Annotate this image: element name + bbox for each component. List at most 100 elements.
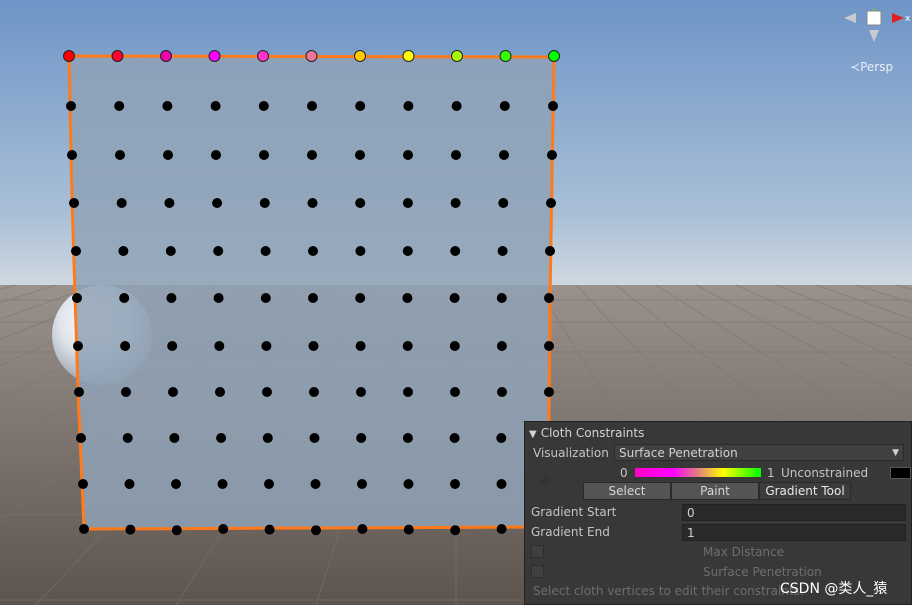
cloth-vertex[interactable] (450, 387, 460, 397)
cloth-vertex[interactable] (403, 101, 414, 111)
cloth-vertex[interactable] (309, 387, 319, 397)
cloth-vertex[interactable] (546, 198, 556, 208)
surface-penetration-checkbox[interactable] (531, 565, 544, 578)
cloth-vertex[interactable] (214, 341, 225, 351)
cloth-vertex[interactable] (258, 101, 269, 111)
neg-x-cone-icon[interactable] (844, 13, 856, 23)
cloth-vertex[interactable] (307, 150, 317, 160)
cloth-vertex[interactable] (308, 293, 318, 303)
cloth-vertex[interactable] (357, 479, 367, 489)
constrained-vertex[interactable] (354, 50, 366, 62)
cloth-vertex[interactable] (262, 433, 273, 443)
cloth-vertex[interactable] (496, 341, 507, 351)
cloth-vertex[interactable] (69, 198, 79, 208)
cloth-vertex[interactable] (308, 246, 318, 256)
cloth-vertex[interactable] (497, 387, 507, 397)
cloth-vertex[interactable] (264, 479, 274, 489)
cloth-vertex[interactable] (121, 387, 131, 397)
gizmo-center-cube-icon[interactable] (866, 10, 882, 26)
cloth-vertex[interactable] (76, 433, 86, 443)
cloth-vertex[interactable] (402, 341, 413, 351)
cloth-vertex[interactable] (116, 198, 127, 208)
cloth-vertex[interactable] (167, 341, 178, 351)
cloth-vertex[interactable] (171, 479, 181, 489)
cloth-vertex[interactable] (124, 479, 135, 489)
cloth-vertex[interactable] (402, 198, 413, 208)
cloth-vertex[interactable] (544, 341, 554, 351)
cloth-vertex[interactable] (210, 101, 221, 111)
cloth-vertex[interactable] (496, 293, 507, 303)
cloth-vertex[interactable] (449, 433, 460, 443)
cloth-vertex[interactable] (73, 341, 83, 351)
cloth-vertex[interactable] (402, 246, 413, 256)
foldout-arrow-icon[interactable]: ▼ (529, 429, 537, 440)
cloth-vertex[interactable] (496, 479, 507, 489)
cloth-vertex[interactable] (450, 479, 460, 489)
gradient-tool-button[interactable]: Gradient Tool (759, 482, 851, 500)
cloth-vertex[interactable] (355, 150, 365, 160)
cloth-vertex[interactable] (356, 433, 367, 443)
constrained-vertex[interactable] (305, 50, 318, 62)
constrained-vertex[interactable] (451, 50, 463, 62)
cloth-vertex[interactable] (259, 150, 269, 160)
cloth-vertex[interactable] (118, 246, 129, 256)
cloth-vertex[interactable] (355, 293, 366, 303)
cloth-vertex[interactable] (122, 433, 133, 443)
cloth-vertex[interactable] (164, 198, 175, 208)
cloth-vertex[interactable] (311, 525, 321, 536)
cloth-vertex[interactable] (309, 433, 320, 443)
cloth-vertex[interactable] (310, 479, 321, 489)
gradient-end-field[interactable]: 1 (682, 524, 906, 541)
cloth-vertex[interactable] (403, 524, 414, 535)
cloth-vertex[interactable] (264, 524, 275, 535)
projection-toggle[interactable]: ≺Persp (850, 60, 893, 74)
cloth-vertex[interactable] (216, 433, 227, 443)
cloth-vertex[interactable] (355, 198, 366, 208)
cloth-vertex[interactable] (402, 433, 413, 443)
constrained-vertex[interactable] (160, 50, 172, 62)
cloth-vertex[interactable] (260, 246, 271, 256)
select-tool-button[interactable]: Select (583, 482, 671, 500)
cloth-vertex[interactable] (402, 293, 413, 303)
cloth-vertex[interactable] (72, 293, 82, 303)
cloth-vertex[interactable] (165, 246, 176, 256)
cloth-vertex[interactable] (450, 525, 461, 536)
cloth-vertex[interactable] (74, 387, 84, 397)
cloth-vertex[interactable] (451, 150, 461, 160)
cloth-vertex[interactable] (67, 150, 77, 160)
cloth-vertex[interactable] (213, 246, 224, 256)
cloth-vertex[interactable] (355, 246, 366, 256)
cloth-vertex[interactable] (79, 524, 89, 534)
cloth-vertex[interactable] (544, 293, 554, 303)
constrained-vertex[interactable] (63, 50, 75, 62)
cloth-vertex[interactable] (114, 101, 125, 111)
cloth-vertex[interactable] (163, 150, 173, 160)
cloth-vertex[interactable] (260, 293, 271, 303)
cloth-vertex[interactable] (213, 293, 224, 303)
cloth-vertex[interactable] (544, 387, 554, 397)
cloth-vertex[interactable] (450, 198, 461, 208)
constrained-vertex[interactable] (208, 50, 221, 62)
cloth-vertex[interactable] (545, 246, 555, 256)
cloth-vertex[interactable] (168, 387, 178, 397)
cloth-vertex[interactable] (449, 293, 460, 303)
visualization-dropdown[interactable]: Surface Penetration ▼ (614, 444, 904, 461)
unconstrained-color-swatch[interactable] (890, 467, 911, 479)
cloth-vertex[interactable] (497, 246, 508, 256)
cloth-vertex[interactable] (496, 524, 507, 534)
cloth-vertex[interactable] (71, 246, 81, 256)
cloth-vertex[interactable] (211, 150, 221, 160)
cloth-vertex[interactable] (307, 101, 317, 111)
cloth-vertex[interactable] (171, 525, 182, 536)
cloth-vertex[interactable] (451, 101, 462, 111)
cloth-vertex[interactable] (166, 293, 177, 303)
cloth-vertex[interactable] (496, 433, 507, 443)
cloth-vertex[interactable] (125, 524, 136, 535)
cloth-vertex[interactable] (355, 341, 366, 351)
cloth-vertex[interactable] (403, 387, 413, 397)
cloth-vertex[interactable] (217, 479, 228, 489)
cloth-vertex[interactable] (403, 150, 413, 160)
cloth-mesh[interactable] (67, 54, 556, 531)
cloth-vertex[interactable] (261, 341, 272, 351)
cloth-vertex[interactable] (215, 387, 225, 397)
